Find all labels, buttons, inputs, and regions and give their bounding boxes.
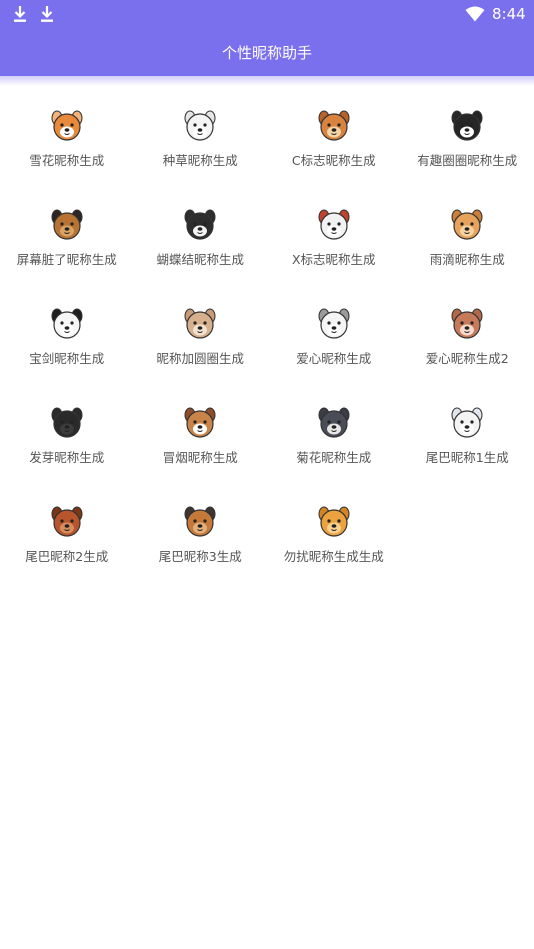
generator-item[interactable]: 发芽昵称生成 — [0, 393, 134, 492]
generator-item[interactable]: 尾巴昵称1生成 — [401, 393, 534, 492]
bear-icon — [451, 209, 483, 240]
generator-item-label: 尾巴昵称1生成 — [425, 450, 509, 465]
generator-item[interactable]: 雪花昵称生成 — [0, 96, 134, 195]
generator-item[interactable]: 冒烟昵称生成 — [134, 393, 268, 492]
generator-item-label: 昵称加圆圈生成 — [156, 351, 244, 366]
generator-item[interactable]: 屏幕脏了昵称生成 — [0, 195, 134, 294]
generator-item[interactable]: X标志昵称生成 — [267, 195, 401, 294]
generator-item-label: 宝剑昵称生成 — [29, 351, 105, 366]
pink-cat-icon — [451, 308, 483, 339]
generator-item-label: 蝴蝶结昵称生成 — [156, 252, 244, 267]
black-cat-icon — [51, 407, 83, 438]
pomeranian-dog-icon — [184, 110, 216, 141]
generator-item[interactable]: 勿扰昵称生成生成 — [267, 492, 401, 591]
chipmunk-icon — [318, 110, 350, 141]
golden-retriever-icon — [318, 506, 350, 537]
generator-item-label: 冒烟昵称生成 — [162, 450, 238, 465]
generator-item-label: 雨滴昵称生成 — [429, 252, 505, 267]
generator-item-label: 爱心昵称生成2 — [425, 351, 509, 366]
generator-item[interactable]: 蝴蝶结昵称生成 — [134, 195, 268, 294]
poodle-icon — [451, 407, 483, 438]
app-bar-shadow — [0, 76, 534, 86]
german-shepherd-icon — [51, 209, 83, 240]
panda-icon — [51, 308, 83, 339]
generator-item[interactable]: 种草昵称生成 — [134, 96, 268, 195]
wifi-icon — [465, 6, 485, 22]
black-white-cat-icon — [451, 110, 483, 141]
generator-item[interactable]: 昵称加圆圈生成 — [134, 294, 268, 393]
status-time: 8:44 — [492, 5, 526, 23]
generator-item-label: 尾巴昵称3生成 — [158, 549, 242, 564]
shiba-dog-icon — [51, 110, 83, 141]
generator-item-label: 雪花昵称生成 — [29, 153, 105, 168]
nickname-generator-grid: 雪花昵称生成 种草昵称生成 C标志昵称生成 有趣圈圈昵称生成屏幕脏了昵称生成 蝴蝶结昵称… — [0, 96, 534, 591]
download-icon — [14, 6, 26, 22]
generator-item[interactable]: 雨滴昵称生成 — [401, 195, 534, 294]
basset-hound-icon — [184, 407, 216, 438]
generator-item-label: 菊花昵称生成 — [296, 450, 372, 465]
status-bar: 8:44 — [0, 0, 534, 28]
schnauzer-icon — [318, 407, 350, 438]
generator-item[interactable]: 尾巴昵称2生成 — [0, 492, 134, 591]
generator-item-label: 勿扰昵称生成生成 — [283, 549, 384, 564]
generator-item-label: 发芽昵称生成 — [29, 450, 105, 465]
page-title: 个性昵称助手 — [221, 44, 312, 62]
generator-item-label: 种草昵称生成 — [162, 153, 238, 168]
generator-item[interactable]: 菊花昵称生成 — [267, 393, 401, 492]
generator-item[interactable]: 尾巴昵称3生成 — [134, 492, 268, 591]
generator-item-label: 尾巴昵称2生成 — [25, 549, 109, 564]
dalmatian-icon — [318, 308, 350, 339]
husky-icon — [184, 209, 216, 240]
generator-item-label: 屏幕脏了昵称生成 — [16, 252, 117, 267]
app-bar: 个性昵称助手 — [0, 28, 534, 76]
generator-item[interactable]: 宝剑昵称生成 — [0, 294, 134, 393]
download-icon — [41, 6, 53, 22]
mastiff-icon — [51, 506, 83, 537]
generator-item-label: C标志昵称生成 — [291, 153, 376, 168]
generator-item[interactable]: 爱心昵称生成2 — [401, 294, 534, 393]
generator-item-label: X标志昵称生成 — [291, 252, 376, 267]
beagle-icon — [318, 209, 350, 240]
generator-item-label: 爱心昵称生成 — [296, 351, 372, 366]
generator-item-label: 有趣圈圈昵称生成 — [417, 153, 518, 168]
generator-item[interactable]: C标志昵称生成 — [267, 96, 401, 195]
yorkie-icon — [184, 506, 216, 537]
generator-item[interactable]: 爱心昵称生成 — [267, 294, 401, 393]
generator-item[interactable]: 有趣圈圈昵称生成 — [401, 96, 534, 195]
rabbit-icon — [184, 308, 216, 339]
